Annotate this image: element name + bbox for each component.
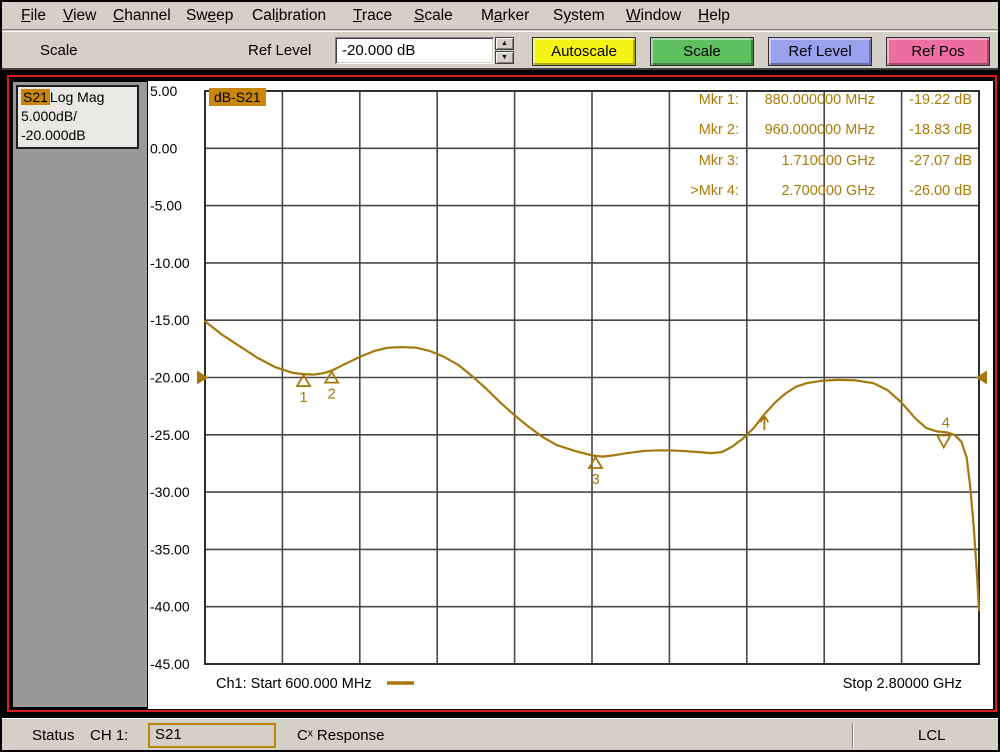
trace-title-tag: dB-S21 [209,88,266,106]
y-tick-label: -25.00 [150,427,190,443]
marker-readout: Mkr 1:880.000000 MHz-19.22 dB Mkr 2:960.0… [669,85,972,207]
marker-value-2: -18.83 dB [875,115,972,145]
menu-item-trace[interactable]: Trace [349,2,396,29]
marker-value-4: -26.00 dB [875,176,972,206]
marker-name-1: Mkr 1: [669,85,739,115]
y-tick-label: -35.00 [150,541,190,557]
marker-3-number: 3 [591,471,599,488]
menu-item-file[interactable]: File [17,2,50,29]
marker-1-number: 1 [299,389,307,406]
toolbar-button-ref-level[interactable]: Ref Level [768,37,872,66]
trace-scale-label: 5.000dB/ [21,107,134,126]
trace-sidebar: S21Log Mag 5.000dB/ -20.000dB [13,82,147,707]
toolbar-button-ref-pos[interactable]: Ref Pos [886,37,990,66]
y-tick-label: 0.00 [150,140,177,156]
y-tick-label: -20.00 [150,370,190,386]
y-tick-label: -40.00 [150,599,190,615]
marker-frequency-4: 2.700000 GHz [739,176,875,206]
channel-measurement-value: S21 [155,726,182,743]
menu-item-view[interactable]: View [59,2,100,29]
marker-4-triangle[interactable] [937,436,950,448]
marker-4-number: 4 [942,415,950,432]
start-frequency-label: Ch1: Start 600.000 MHz [216,676,372,692]
marker-3-triangle[interactable] [589,457,602,468]
toolbar-button-autoscale[interactable]: Autoscale [532,37,636,66]
display-area: S21Log Mag 5.000dB/ -20.000dB 5.00 0.00 -5… [2,70,1000,718]
vna-application-window: FileViewChannelSweepCalibrationTraceScal… [0,0,1000,752]
correction-status: Cˣ Response [297,727,384,744]
channel-label: CH 1: [90,727,128,744]
marker-frequency-1: 880.000000 MHz [739,85,875,115]
channel-measurement-box: S21 [148,723,276,748]
y-tick-label: -10.00 [150,255,190,271]
menu-item-system[interactable]: System [549,2,609,29]
menu-item-window[interactable]: Window [622,2,685,29]
statusbar-separator [852,723,854,748]
ref-level-label: Ref Level [248,42,328,59]
ref-level-indicator-right[interactable] [976,371,987,385]
menu-item-scale[interactable]: Scale [410,2,457,29]
marker-name-4: >Mkr 4: [669,176,739,206]
marker-frequency-2: 960.000000 MHz [739,115,875,145]
marker-2-number: 2 [327,386,335,403]
toolbar-button-scale[interactable]: Scale [650,37,754,66]
marker-value-3: -27.07 dB [875,146,972,176]
menu-item-help[interactable]: Help [694,2,734,29]
y-tick-label: -5.00 [150,198,182,214]
trace-status-panel[interactable]: S21Log Mag 5.000dB/ -20.000dB [16,85,139,149]
status-label: Status [32,727,75,744]
toolbar-mode-label: Scale [40,42,78,59]
spinner-down-button[interactable]: ▼ [495,51,514,64]
marker-frequency-3: 1.710000 GHz [739,146,875,176]
spinner-up-button[interactable]: ▲ [495,37,514,50]
menu-item-channel[interactable]: Channel [109,2,175,29]
y-tick-label: -30.00 [150,484,190,500]
ref-level-input[interactable] [335,37,494,64]
trace-format-label: Log Mag [50,89,104,105]
menu-item-marker[interactable]: Marker [477,2,533,29]
graticule-area[interactable]: 5.00 0.00 -5.00 -10.00 -15.00 -20.00 -25.00 -30… [148,81,993,709]
trace-param-chip: S21 [21,89,50,105]
scale-toolbar: Scale Ref Level ▲ ▼ Autoscale Scale Ref Le… [2,31,998,70]
ref-level-spinner: ▲ ▼ [495,37,514,64]
y-tick-label: -15.00 [150,312,190,328]
menu-item-calibration[interactable]: Calibration [248,2,330,29]
trace-ref-label: -20.000dB [21,126,134,145]
status-bar: Status CH 1: S21 Cˣ Response LCL [2,718,998,752]
menu-item-sweep[interactable]: Sweep [182,2,237,29]
marker-name-3: Mkr 3: [669,146,739,176]
marker-value-1: -19.22 dB [875,85,972,115]
ref-level-indicator-left[interactable] [197,371,208,385]
menu-bar: File View Channel Sweep Calibration Trace Scal… [2,2,998,30]
marker-name-2: Mkr 2: [669,115,739,145]
control-mode-label: LCL [918,727,946,744]
stop-frequency-label: Stop 2.80000 GHz [843,676,962,692]
y-tick-label: 5.00 [150,83,177,99]
y-tick-label: -45.00 [150,656,190,672]
